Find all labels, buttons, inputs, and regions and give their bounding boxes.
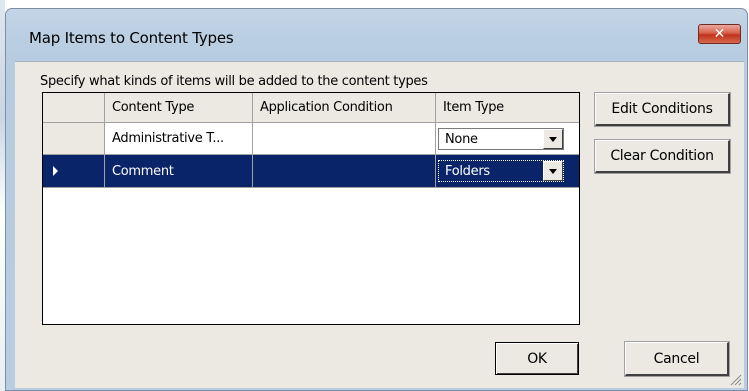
table-row-cell-condition[interactable] — [253, 155, 436, 188]
close-icon: ✕ — [713, 26, 726, 42]
mapping-grid[interactable]: Content Type Application Condition Item … — [42, 92, 580, 325]
table-row-cell-content-type[interactable]: Comment — [105, 155, 253, 188]
dropdown-button[interactable] — [543, 129, 563, 149]
title-bar[interactable]: Map Items to Content Types ✕ — [6, 9, 747, 59]
dialog-title: Map Items to Content Types — [29, 29, 234, 47]
dialog-window: Map Items to Content Types ✕ Specify wha… — [5, 8, 748, 391]
instructions-label: Specify what kinds of items will be adde… — [40, 74, 428, 89]
chevron-down-icon — [549, 136, 557, 142]
desktop: Map Items to Content Types ✕ Specify wha… — [0, 0, 749, 391]
grid-corner-header — [43, 93, 105, 123]
ok-button[interactable]: OK — [495, 342, 579, 375]
resize-grip-icon[interactable] — [728, 372, 742, 386]
item-type-dropdown[interactable]: Folders — [438, 160, 564, 182]
clear-condition-button[interactable]: Clear Condition — [594, 139, 731, 174]
item-type-dropdown[interactable]: None — [438, 128, 564, 150]
column-header-content-type[interactable]: Content Type — [105, 93, 253, 123]
cancel-button[interactable]: Cancel — [624, 341, 730, 377]
close-button[interactable]: ✕ — [698, 24, 741, 44]
table-row-cell-condition[interactable] — [253, 123, 436, 155]
column-header-application-condition[interactable]: Application Condition — [253, 93, 436, 123]
item-type-value: Folders — [439, 161, 543, 181]
column-header-item-type[interactable]: Item Type — [436, 93, 579, 123]
item-type-value: None — [445, 131, 478, 147]
edit-conditions-button[interactable]: Edit Conditions — [594, 92, 731, 127]
row-header-current[interactable] — [43, 155, 105, 188]
row-header[interactable] — [43, 123, 105, 155]
row-pointer-icon — [53, 166, 58, 176]
chevron-down-icon — [549, 168, 557, 174]
dropdown-button[interactable] — [543, 161, 563, 181]
dialog-client-area: Specify what kinds of items will be adde… — [15, 61, 744, 388]
table-row-cell-content-type[interactable]: Administrative T... — [105, 123, 253, 155]
